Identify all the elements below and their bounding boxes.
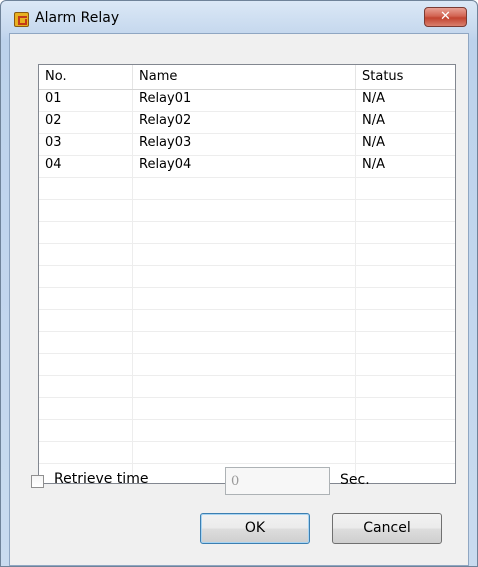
- relay-name: Relay02: [139, 113, 192, 128]
- empty-row: [39, 178, 455, 200]
- relay-number: 04: [45, 157, 62, 172]
- list-header: No. Name Status: [39, 65, 455, 90]
- empty-row: [39, 244, 455, 266]
- column-header-status[interactable]: Status: [356, 65, 455, 89]
- relay-name: Relay03: [139, 135, 192, 150]
- close-icon: ✕: [440, 9, 451, 24]
- relay-number: 01: [45, 91, 62, 106]
- relay-list[interactable]: No. Name Status 01 Relay01 N/A 02 Relay0…: [38, 64, 456, 484]
- table-row[interactable]: 01 Relay01 N/A: [39, 90, 455, 112]
- relay-status: N/A: [362, 91, 385, 106]
- retrieve-time-input[interactable]: [225, 467, 330, 495]
- empty-row: [39, 420, 455, 442]
- empty-row: [39, 310, 455, 332]
- empty-row: [39, 354, 455, 376]
- empty-row: [39, 222, 455, 244]
- close-button[interactable]: ✕: [424, 7, 467, 27]
- empty-row: [39, 332, 455, 354]
- relay-number: 02: [45, 113, 62, 128]
- empty-row: [39, 398, 455, 420]
- empty-row: [39, 442, 455, 464]
- relay-status: N/A: [362, 135, 385, 150]
- empty-row: [39, 376, 455, 398]
- relay-name: Relay01: [139, 91, 192, 106]
- table-row[interactable]: 02 Relay02 N/A: [39, 112, 455, 134]
- table-row[interactable]: 04 Relay04 N/A: [39, 156, 455, 178]
- relay-status: N/A: [362, 113, 385, 128]
- retrieve-time-checkbox[interactable]: [31, 475, 44, 488]
- empty-row: [39, 200, 455, 222]
- column-header-name[interactable]: Name: [133, 65, 356, 89]
- window-title: Alarm Relay: [35, 10, 120, 26]
- alarm-relay-app-icon: [14, 12, 29, 27]
- empty-row: [39, 266, 455, 288]
- seconds-unit-label: Sec.: [340, 472, 370, 488]
- relay-name: Relay04: [139, 157, 192, 172]
- alarm-relay-dialog: Alarm Relay ✕ No. Name Status 01 Relay01…: [0, 0, 478, 567]
- empty-row: [39, 288, 455, 310]
- table-row[interactable]: 03 Relay03 N/A: [39, 134, 455, 156]
- list-body: 01 Relay01 N/A 02 Relay02 N/A 03 Relay03…: [39, 90, 455, 483]
- cancel-button[interactable]: Cancel: [332, 513, 442, 544]
- column-header-no[interactable]: No.: [39, 65, 133, 89]
- relay-number: 03: [45, 135, 62, 150]
- retrieve-time-label[interactable]: Retrieve time: [54, 471, 148, 487]
- title-bar[interactable]: Alarm Relay ✕: [1, 1, 477, 33]
- relay-status: N/A: [362, 157, 385, 172]
- ok-button[interactable]: OK: [200, 513, 310, 544]
